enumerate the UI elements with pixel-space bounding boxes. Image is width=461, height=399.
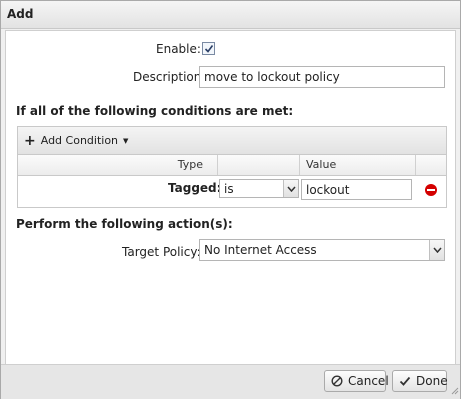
resize-grip-icon[interactable] [451, 384, 459, 398]
cancel-button[interactable]: Cancel [324, 370, 389, 392]
conditions-heading: If all of the following conditions are m… [16, 104, 294, 118]
table-row: Tagged: is lockout [18, 176, 446, 202]
condition-type-label: Tagged: [168, 181, 222, 195]
dialog-content: Enable: Description: move to lockout pol… [5, 30, 456, 365]
target-policy-select[interactable]: No Internet Access [199, 239, 445, 261]
conditions-table: + Add Condition ▼ Type Value Tagged: is [17, 126, 447, 208]
description-label: Description: [133, 70, 206, 84]
cancel-icon [331, 375, 343, 387]
cancel-label: Cancel [348, 374, 389, 388]
condition-value-input[interactable]: lockout [301, 179, 412, 200]
conditions-column-headers: Type Value [18, 155, 446, 176]
description-input[interactable]: move to lockout policy [199, 66, 445, 88]
caret-down-icon: ▼ [123, 136, 129, 145]
column-header-actions [416, 155, 446, 175]
plus-icon: + [24, 132, 36, 149]
column-header-type[interactable]: Type [18, 155, 218, 175]
dialog-footer: Cancel Done [1, 364, 460, 399]
dialog-title-bar[interactable]: Add [1, 1, 460, 29]
chevron-down-icon [283, 180, 298, 197]
chevron-down-icon [429, 240, 444, 260]
enable-label: Enable: [156, 42, 201, 56]
checkmark-icon [399, 375, 411, 387]
remove-condition-icon[interactable] [425, 184, 437, 196]
add-dialog: Add Enable: Description: move to lockout… [0, 0, 461, 399]
column-header-value[interactable]: Value [300, 155, 416, 175]
add-condition-label: Add Condition [40, 134, 119, 147]
checkmark-icon [204, 45, 214, 53]
target-policy-label: Target Policy: [122, 245, 201, 259]
column-header-operator[interactable] [218, 155, 300, 175]
enable-checkbox[interactable] [202, 42, 215, 55]
actions-heading: Perform the following action(s): [16, 217, 233, 231]
condition-operator-value: is [224, 182, 234, 196]
dialog-title: Add [7, 7, 34, 21]
target-policy-value: No Internet Access [204, 243, 317, 257]
add-condition-button[interactable]: + Add Condition ▼ [24, 132, 128, 149]
conditions-toolbar: + Add Condition ▼ [18, 127, 446, 155]
done-label: Done [416, 374, 448, 388]
condition-operator-select[interactable]: is [219, 179, 299, 198]
done-button[interactable]: Done [392, 370, 448, 392]
